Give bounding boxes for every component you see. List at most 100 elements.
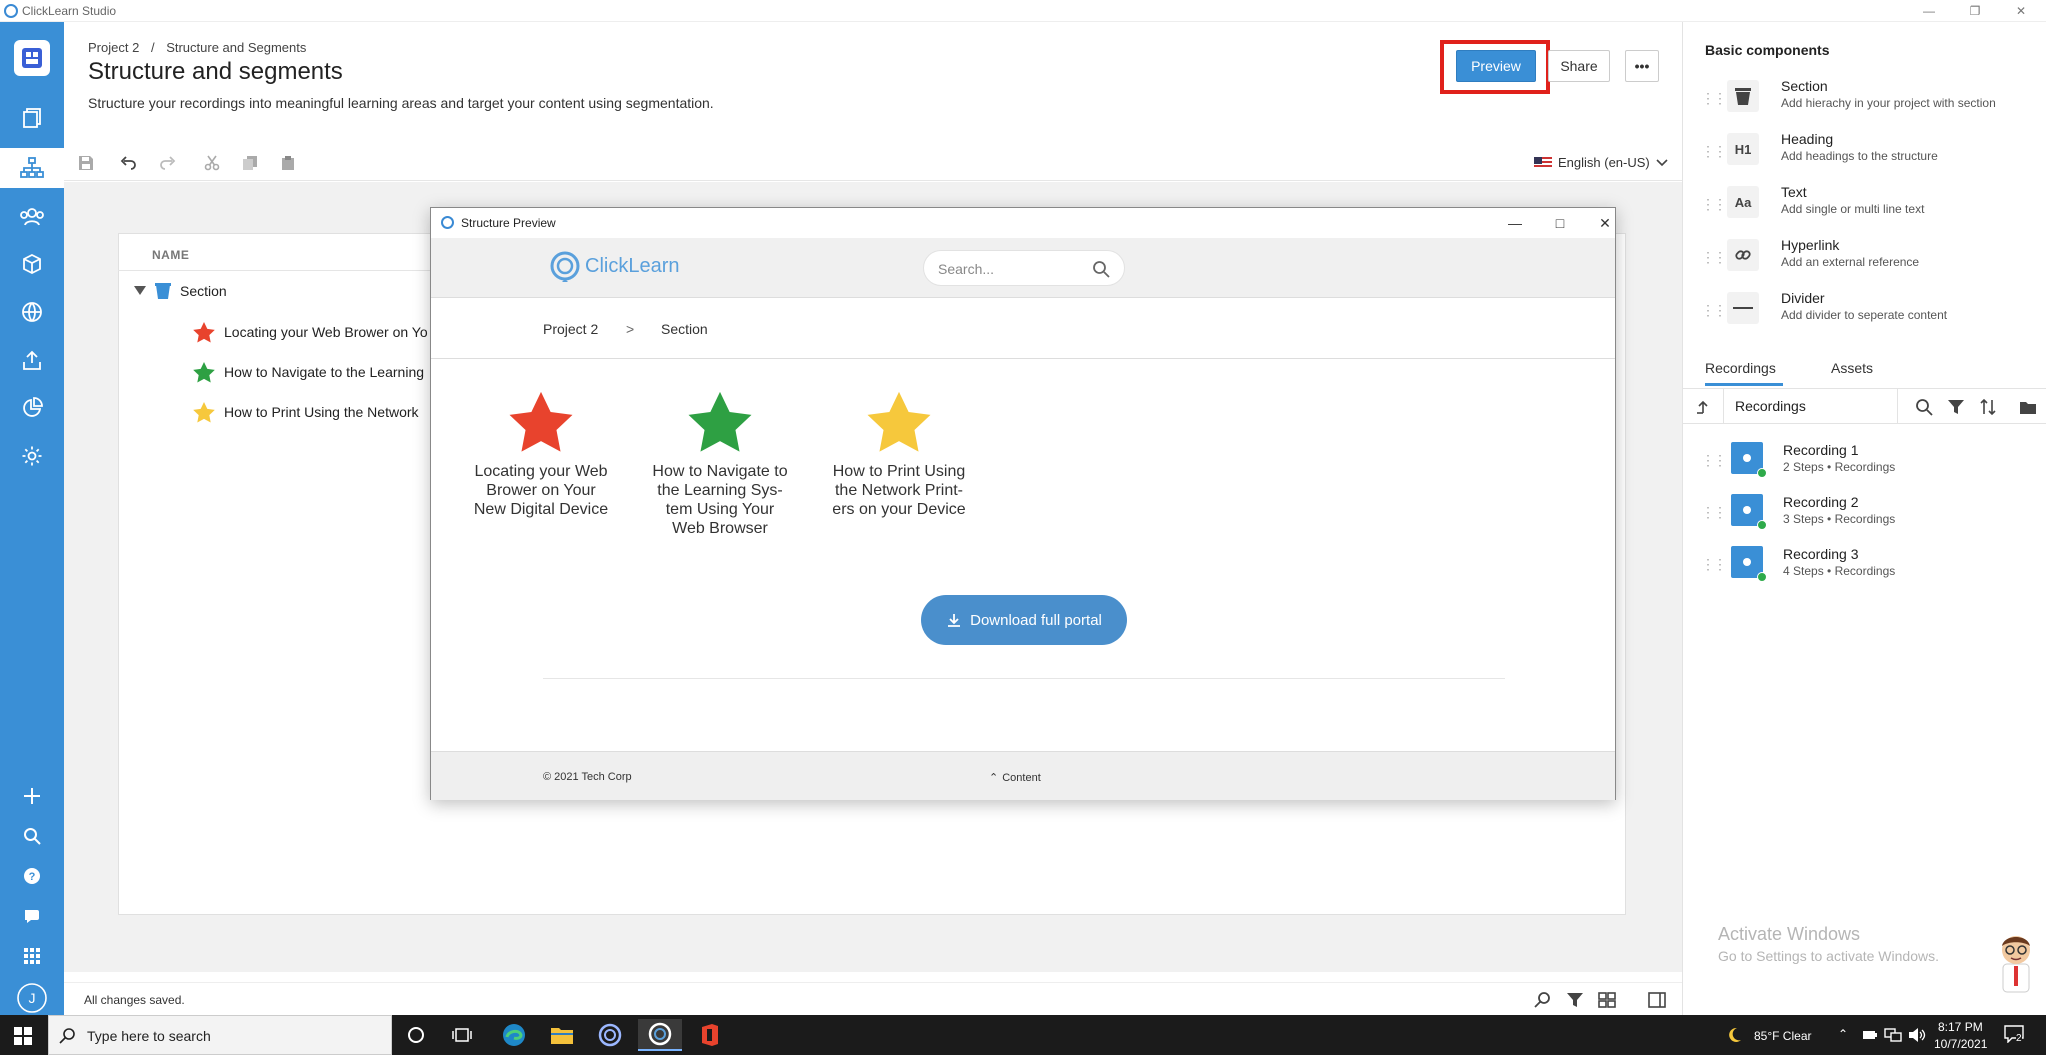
- clicklearn-studio-taskbar-icon[interactable]: [638, 1019, 682, 1051]
- toggle-panel-icon[interactable]: [1648, 991, 1666, 1009]
- clicklearn-logo[interactable]: ClickLearn: [549, 250, 679, 282]
- clock-date[interactable]: 10/7/2021: [1934, 1037, 1987, 1051]
- close-icon[interactable]: ✕: [1998, 0, 2044, 22]
- new-folder-icon[interactable]: [2019, 398, 2037, 416]
- analytics-nav-icon[interactable]: [0, 388, 64, 428]
- breadcrumb-project[interactable]: Project 2: [88, 40, 139, 55]
- language-selector[interactable]: English (en-US): [1534, 155, 1668, 170]
- user-avatar[interactable]: J: [0, 978, 64, 1018]
- component-hyperlink[interactable]: ⋮⋮ Hyperlink Add an external reference: [1701, 237, 2031, 281]
- filter-icon[interactable]: [1566, 991, 1584, 1009]
- drag-handle-icon[interactable]: ⋮⋮: [1701, 249, 1727, 266]
- drag-handle-icon[interactable]: ⋮⋮: [1701, 196, 1727, 213]
- tab-recordings[interactable]: Recordings: [1705, 360, 1776, 376]
- component-name: Divider: [1781, 290, 1825, 306]
- search-icon[interactable]: [1915, 398, 1933, 416]
- maximize-icon[interactable]: □: [1545, 212, 1575, 234]
- globe-nav-icon[interactable]: [0, 292, 64, 332]
- tray-chevron-icon[interactable]: ⌃: [1838, 1027, 1848, 1041]
- tab-assets[interactable]: Assets: [1831, 360, 1873, 376]
- portal-search-input[interactable]: Search...: [923, 250, 1125, 286]
- download-full-portal-button[interactable]: Download full portal: [921, 595, 1127, 645]
- recording-item[interactable]: ⋮⋮ Recording 1 2 Steps • Recordings: [1701, 440, 2031, 484]
- sort-icon[interactable]: [1979, 398, 1997, 416]
- zoom-search-icon[interactable]: [1534, 991, 1552, 1009]
- layout-grid-icon[interactable]: [1598, 991, 1616, 1009]
- component-divider[interactable]: ⋮⋮ Divider Add divider to seperate conte…: [1701, 290, 2031, 334]
- cortana-icon[interactable]: [394, 1019, 438, 1051]
- redo-icon[interactable]: [158, 153, 178, 173]
- drag-handle-icon[interactable]: ⋮⋮: [1701, 302, 1727, 319]
- chat-icon[interactable]: [0, 896, 64, 936]
- undo-icon[interactable]: [118, 153, 138, 173]
- taskbar-search-input[interactable]: Type here to search: [48, 1015, 392, 1055]
- more-options-button[interactable]: •••: [1625, 50, 1659, 82]
- search-icon: [59, 1028, 75, 1044]
- edge-browser-icon[interactable]: [492, 1019, 536, 1051]
- folder-up-icon[interactable]: [1695, 399, 1711, 415]
- drag-handle-icon[interactable]: ⋮⋮: [1701, 90, 1727, 107]
- minimize-icon[interactable]: —: [1500, 212, 1530, 234]
- tree-row-section[interactable]: Section: [134, 282, 227, 300]
- recordings-toolbar: Recordings: [1683, 388, 2046, 424]
- clock-time[interactable]: 8:17 PM: [1938, 1020, 1983, 1034]
- recordings-folder-label: Recordings: [1735, 398, 1806, 414]
- home-logo-icon[interactable]: [14, 40, 50, 76]
- help-icon[interactable]: ?: [0, 856, 64, 896]
- recordings-nav-icon[interactable]: [0, 98, 64, 138]
- recording-item[interactable]: ⋮⋮ Recording 2 3 Steps • Recordings: [1701, 492, 2031, 536]
- apps-grid-icon[interactable]: [0, 936, 64, 976]
- structure-nav-icon[interactable]: [0, 148, 64, 188]
- task-view-icon[interactable]: [440, 1019, 484, 1051]
- settings-gear-icon[interactable]: [0, 436, 64, 476]
- search-icon[interactable]: [1092, 260, 1110, 278]
- copy-icon[interactable]: [240, 153, 260, 173]
- paste-icon[interactable]: [278, 153, 298, 173]
- expand-triangle-icon[interactable]: [134, 286, 146, 296]
- notifications-icon[interactable]: 2: [2004, 1025, 2026, 1045]
- restore-icon[interactable]: ❐: [1952, 0, 1998, 22]
- link-icon: [1727, 239, 1759, 271]
- package-nav-icon[interactable]: [0, 244, 64, 284]
- tree-item-label: How to Navigate to the Learning: [224, 364, 425, 380]
- drag-handle-icon[interactable]: ⋮⋮: [1701, 556, 1727, 573]
- audience-nav-icon[interactable]: [0, 196, 64, 236]
- content-card[interactable]: How to Navigate to the Learning Sys- tem…: [650, 388, 790, 538]
- cut-icon[interactable]: [202, 153, 222, 173]
- windows-start-icon[interactable]: [14, 1027, 32, 1045]
- save-icon[interactable]: [76, 153, 96, 173]
- component-heading[interactable]: ⋮⋮ H1 Heading Add headings to the struct…: [1701, 131, 2031, 175]
- component-section[interactable]: ⋮⋮ Section Add hierachy in your project …: [1701, 78, 2031, 122]
- drag-handle-icon[interactable]: ⋮⋮: [1701, 452, 1727, 469]
- content-toggle[interactable]: ⌃ Content: [989, 771, 1041, 784]
- name-column-header[interactable]: NAME: [152, 248, 189, 262]
- component-text[interactable]: ⋮⋮ Aa Text Add single or multi line text: [1701, 184, 2031, 228]
- preview-button[interactable]: Preview: [1456, 50, 1536, 82]
- search-icon[interactable]: [0, 816, 64, 856]
- office-icon[interactable]: [688, 1019, 732, 1051]
- minimize-icon[interactable]: —: [1906, 0, 1952, 22]
- publish-nav-icon[interactable]: [0, 340, 64, 380]
- volume-icon[interactable]: [1908, 1027, 1926, 1043]
- drag-handle-icon[interactable]: ⋮⋮: [1701, 143, 1727, 160]
- tree-row[interactable]: How to Print Using the Network: [192, 401, 430, 423]
- battery-plug-icon[interactable]: [1862, 1027, 1878, 1041]
- clicklearn-taskbar-icon[interactable]: [588, 1019, 632, 1051]
- language-label: English (en-US): [1558, 155, 1650, 170]
- crumb-project[interactable]: Project 2: [543, 321, 598, 337]
- tree-row[interactable]: How to Navigate to the Learning: [192, 361, 430, 383]
- recording-item[interactable]: ⋮⋮ Recording 3 4 Steps • Recordings: [1701, 544, 2031, 588]
- close-icon[interactable]: ✕: [1590, 212, 1620, 234]
- file-explorer-icon[interactable]: [540, 1019, 584, 1051]
- network-icon[interactable]: [1884, 1027, 1902, 1043]
- add-icon[interactable]: [0, 776, 64, 816]
- share-button[interactable]: Share: [1548, 50, 1610, 82]
- assistant-mascot-icon[interactable]: [1993, 930, 2039, 994]
- content-card[interactable]: How to Print Using the Network Print- er…: [829, 388, 969, 519]
- toolbar-divider: [1723, 389, 1724, 423]
- tree-row[interactable]: Locating your Web Brower on Yo: [192, 321, 430, 343]
- filter-icon[interactable]: [1947, 398, 1965, 416]
- drag-handle-icon[interactable]: ⋮⋮: [1701, 504, 1727, 521]
- weather-text[interactable]: 85°F Clear: [1754, 1029, 1812, 1043]
- content-card[interactable]: Locating your Web Brower on Your New Dig…: [471, 388, 611, 519]
